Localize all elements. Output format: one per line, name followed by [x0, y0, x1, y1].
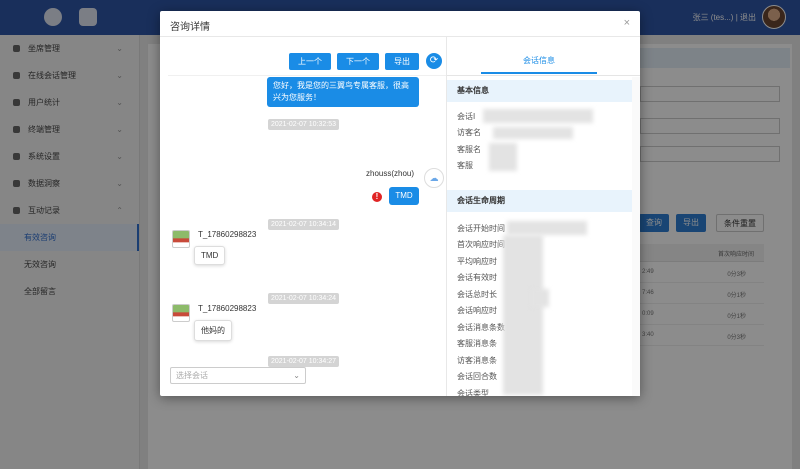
redacted-value — [493, 127, 573, 139]
session-info-panel: 会话信息 基本信息 会话I 访客名 客服名 客服 会话生命周期 会话开始时间 首… — [447, 37, 640, 396]
redacted-value — [531, 289, 549, 307]
modal-title: 咨询详情 — [170, 22, 210, 33]
redacted-value — [489, 143, 517, 171]
customer-name: T_17860298823 — [198, 304, 257, 313]
field-label: 会话总时长 — [457, 290, 497, 299]
field-label: 平均响应时 — [457, 257, 497, 266]
agent-name: zhouss(zhou) — [366, 169, 415, 178]
field-label: 会话消息条数 — [457, 323, 505, 332]
timestamp: 2021-02-07 10:32:53 — [268, 119, 339, 130]
section-lifecycle: 会话生命周期 — [447, 190, 632, 212]
divider — [447, 75, 640, 76]
refresh-icon[interactable]: ⟳ — [426, 53, 442, 69]
redacted-value — [503, 235, 543, 395]
timestamp: 2021-02-07 10:34:14 — [268, 219, 339, 230]
export-button[interactable]: 导出 — [385, 53, 419, 70]
tab-session-info[interactable]: 会话信息 — [481, 55, 597, 66]
redacted-value — [483, 109, 593, 123]
close-icon[interactable]: × — [624, 17, 630, 29]
field-label: 会话有效时 — [457, 273, 497, 282]
field-label: 会话I — [457, 112, 476, 121]
customer-avatar — [172, 230, 190, 248]
prev-button[interactable]: 上一个 — [289, 53, 331, 70]
field-label: 会话类型 — [457, 389, 489, 396]
field-label: 会话回合数 — [457, 372, 497, 381]
customer-message: 他妈的 — [194, 320, 232, 341]
customer-message: TMD — [194, 246, 226, 265]
consult-detail-modal: 咨询详情 × 上一个 下一个 导出 ⟳ 您好，我是您的三翼鸟专属客服，很高兴为您… — [160, 11, 640, 396]
field-label: 访客名 — [457, 128, 481, 137]
customer-name: T_17860298823 — [198, 230, 257, 239]
field-label: 客服消息条 — [457, 339, 497, 348]
redacted-value — [507, 221, 587, 235]
divider — [168, 75, 446, 76]
customer-avatar — [172, 304, 190, 322]
scrollbar[interactable] — [632, 77, 640, 396]
session-select[interactable]: 选择会话 ⌄ — [170, 367, 306, 384]
chat-panel: 上一个 下一个 导出 ⟳ 您好，我是您的三翼鸟专属客服，很高兴为您服务！ 202… — [160, 37, 446, 396]
field-label: 客服 — [457, 161, 473, 170]
timestamp: 2021-02-07 10:34:24 — [268, 293, 339, 304]
timestamp: 2021-02-07 10:34:27 — [268, 356, 339, 367]
agent-message: TMD — [389, 187, 419, 205]
warning-icon[interactable]: ! — [372, 192, 382, 202]
field-label: 会话响应时 — [457, 306, 497, 315]
select-placeholder: 选择会话 — [176, 371, 208, 380]
field-label: 首次响应时间 — [457, 240, 505, 249]
section-basic-info: 基本信息 — [447, 80, 632, 102]
field-label: 客服名 — [457, 145, 481, 154]
agent-avatar: ☁ — [424, 168, 444, 188]
field-label: 访客消息条 — [457, 356, 497, 365]
chevron-down-icon: ⌄ — [293, 371, 300, 380]
agent-message: 您好，我是您的三翼鸟专属客服，很高兴为您服务！ — [267, 77, 419, 107]
tab-indicator — [481, 72, 597, 74]
next-button[interactable]: 下一个 — [337, 53, 379, 70]
field-label: 会话开始时间 — [457, 224, 505, 233]
